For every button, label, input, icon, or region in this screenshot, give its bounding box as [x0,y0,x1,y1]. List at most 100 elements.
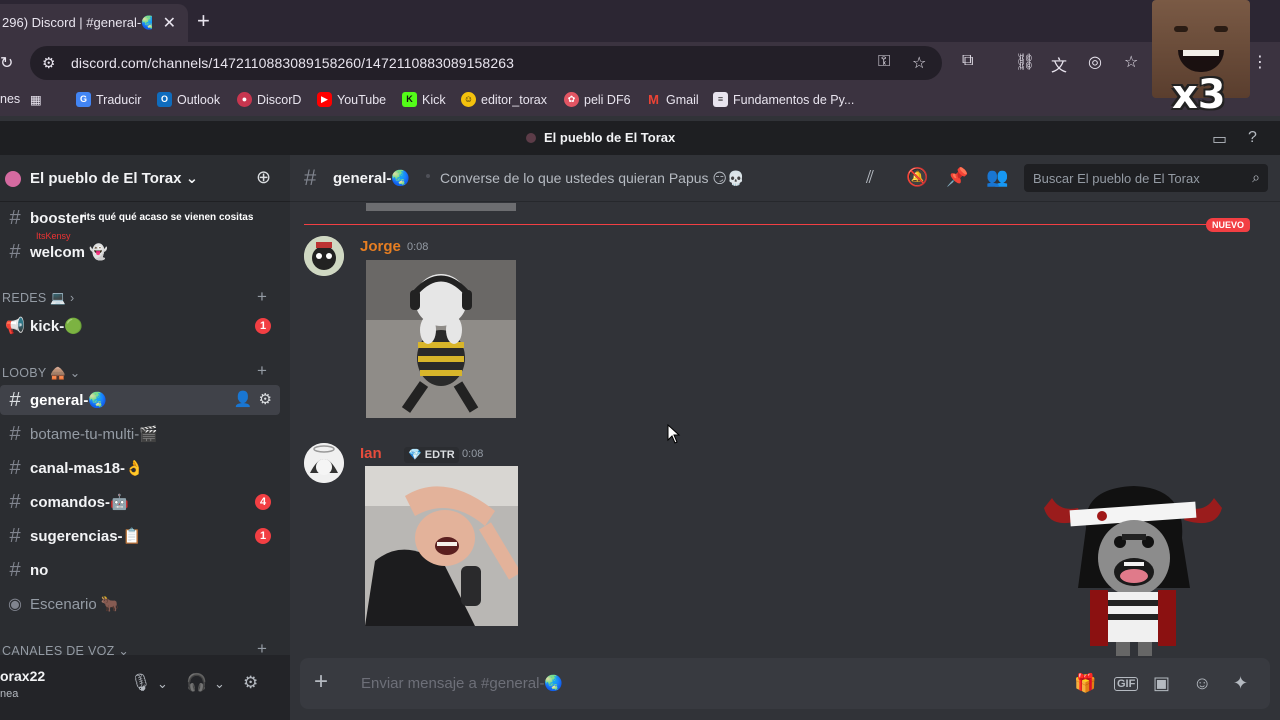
image-attachment[interactable] [366,260,516,418]
image-attachment[interactable] [365,466,518,626]
channel-name: no [30,561,49,579]
bookmarks-bar: nes ▦ G Traducir O Outlook ● DiscorD ▶ YouTu… [0,84,1280,116]
gif-icon[interactable]: GIF [1114,677,1139,691]
apps-grid-icon[interactable]: ▦ [30,92,42,107]
bookmark-label: peli DF6 [584,92,631,107]
megaphone-icon: 📢 [5,318,25,335]
bookmark-gmail[interactable]: M Gmail [646,92,699,107]
sticker-icon[interactable]: ▣ [1153,673,1170,694]
add-channel-icon[interactable]: + [257,361,267,381]
help-icon[interactable]: ? [1248,129,1257,147]
menu-icon[interactable]: ⋮ [1252,52,1268,72]
message-composer: + Enviar mensaje a #general-🌏 🎁 GIF ▣ ☺ … [290,655,1280,720]
link-icon[interactable]: ⛓ [1015,52,1035,72]
username[interactable]: orax22 [0,668,45,684]
channel-topic[interactable]: Converse de lo que ustedes quieran Papus… [440,170,744,187]
inbox-icon[interactable]: ▭ [1212,129,1227,149]
close-icon[interactable]: ✕ [163,13,176,33]
chevron-down-icon[interactable]: ⌄ [157,676,168,692]
reload-icon[interactable]: ↻ [0,53,13,73]
window-title-text: El pueblo de El Torax [544,130,676,145]
star-icon[interactable]: ☆ [912,53,926,73]
gear-icon[interactable]: ⚙ [243,673,258,693]
url-text: discord.com/channels/1472110883089158260… [71,55,514,71]
message-placeholder: Enviar mensaje a #general-🌏 [361,675,564,692]
message-author[interactable]: Jorge [360,238,401,255]
bookmark-peli[interactable]: ✿ peli DF6 [564,92,631,107]
smiley-icon: ☺ [461,92,476,107]
channel-general[interactable]: # general-🌏 👤 ⚙ [0,385,280,415]
new-tab-button[interactable]: + [197,8,210,34]
microphone-icon[interactable]: 🎙 [130,673,152,693]
extensions-icon[interactable]: ⧉ [962,52,973,70]
server-icon [526,132,536,143]
gift-icon[interactable]: 🎁 [1074,673,1096,694]
previous-image-attachment[interactable] [366,203,516,211]
app-titlebar: El pueblo de El Torax ▭ ? [0,121,1280,155]
channel-escenario[interactable]: ◉ Escenario 🐂 [0,589,280,619]
stream-mascot-overlay [1042,478,1224,658]
invite-icon[interactable]: 👤 [234,390,253,408]
site-info-icon[interactable]: ⚙ [42,54,55,72]
add-channel-icon[interactable]: + [257,287,267,307]
bookmark-fundamentos[interactable]: ≡ Fundamentos de Py... [713,92,854,107]
server-boost-icon [5,171,21,187]
pin-icon[interactable]: 📌 [946,167,968,188]
emoji-icon[interactable]: ☺ [1193,673,1211,694]
hash-icon: # [9,456,21,479]
bookmark-label: Traducir [96,92,142,107]
header-divider [426,174,430,178]
channel-botame[interactable]: # botame-tu-multi-🎬 [0,419,280,449]
bookmark-label: editor_torax [481,92,548,107]
category-redes[interactable]: REDES 💻 › [2,291,74,306]
apps-icon[interactable]: ✦ [1233,673,1248,694]
bookmark-label: DiscorD [257,92,302,107]
avatar[interactable] [304,236,344,276]
channel-kick[interactable]: 📢 kick-🟢 1 [0,311,280,341]
bookmark-kick[interactable]: K Kick [402,92,446,107]
channel-sugerencias[interactable]: # sugerencias-📋 1 [0,521,280,551]
bookmark-outlook[interactable]: O Outlook [157,92,220,107]
gmail-icon: M [648,92,659,107]
bookmark-nes[interactable]: nes [0,92,20,106]
avatar[interactable] [304,443,344,483]
channel-name: general-🌏 [30,392,108,409]
chevron-down-icon: ⌄ [185,170,199,187]
bookmark-youtube[interactable]: ▶ YouTube [317,92,386,107]
stream-chat-overlay: rits qué qué acaso se vienen cositas [80,212,254,223]
favorites-icon[interactable]: ☆ [1124,52,1138,72]
bookmark-traducir[interactable]: G Traducir [76,92,141,107]
lens-icon[interactable]: ◎ [1088,52,1102,72]
youtube-icon: ▶ [317,92,332,107]
threads-icon[interactable]: ⫽ [866,167,874,188]
bookmark-discord[interactable]: ● DiscorD [237,92,301,107]
headphones-icon[interactable]: 🎧 [186,673,207,693]
add-user-icon[interactable]: ⊕ [256,167,271,188]
translate-icon[interactable]: 文 [1051,52,1067,76]
message-input[interactable]: + Enviar mensaje a #general-🌏 🎁 GIF ▣ ☺ … [300,658,1270,709]
channel-canal-mas18[interactable]: # canal-mas18-👌 [0,453,280,483]
server-name[interactable]: El pueblo de El Torax ⌄ [30,169,198,187]
key-icon[interactable]: ⚿ [878,53,890,71]
chevron-down-icon[interactable]: ⌄ [214,676,225,692]
search-input[interactable]: Buscar El pueblo de El Torax ⌕ [1024,164,1268,192]
channel-comandos[interactable]: # comandos-🤖 4 [0,487,280,517]
channel-no[interactable]: # no [0,555,280,585]
address-bar[interactable]: ⚙ discord.com/channels/14721108830891582… [30,46,942,80]
message-author[interactable]: Ian [360,445,382,462]
bookmark-editor-torax[interactable]: ☺ editor_torax [461,92,547,107]
bell-off-icon[interactable]: 🔕 [906,167,928,188]
gear-icon[interactable]: ⚙ [259,390,272,408]
server-name-text: El pueblo de El Torax [30,170,182,187]
channel-title: general-🌏 [333,170,411,187]
hash-icon: # [9,422,21,445]
attach-plus-icon[interactable]: + [314,668,328,696]
outlook-icon: O [157,92,172,107]
members-icon[interactable]: 👥 [986,167,1008,188]
category-looby[interactable]: LOOBY 🛖 ⌄ [2,365,81,381]
channel-sidebar: El pueblo de El Torax ⌄ ⊕ # booster rits… [0,155,290,720]
browser-tab[interactable]: 296) Discord | #general-🌏 | E ✕ [0,4,188,42]
hash-icon: # [9,524,21,547]
server-header[interactable]: El pueblo de El Torax ⌄ ⊕ [0,155,290,202]
channel-welcome[interactable]: # welcom 👻 [0,237,280,267]
